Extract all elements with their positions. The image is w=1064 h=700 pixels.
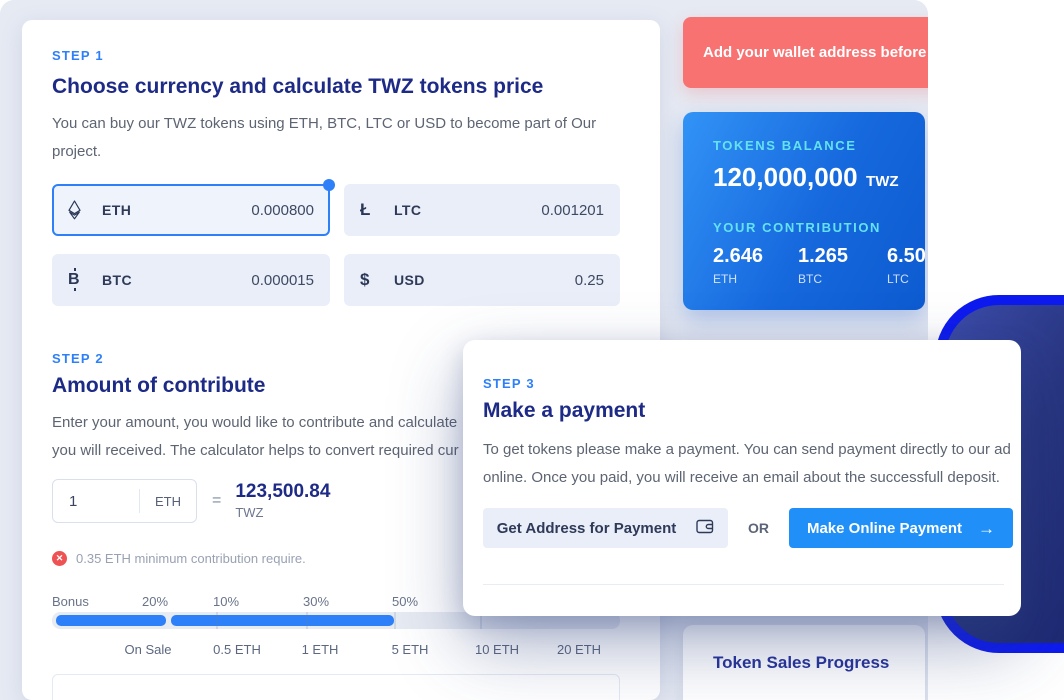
ethereum-icon: [68, 200, 92, 220]
step1-title: Choose currency and calculate TWZ tokens…: [52, 74, 642, 99]
currency-rate: 0.001201: [541, 202, 604, 219]
dollar-icon: $: [360, 270, 384, 290]
tokens-balance-value-row: 120,000,000 TWZ: [713, 162, 925, 193]
selected-indicator-dot: [323, 179, 335, 191]
result-value: 123,500.84: [235, 482, 330, 502]
currency-rate: 0.25: [575, 272, 604, 289]
currency-code: USD: [394, 272, 425, 288]
step3-title: Make a payment: [483, 398, 1021, 423]
contribution-item: 6.500 LTC: [887, 245, 925, 286]
bonus-percent: 30%: [303, 594, 329, 609]
currency-rate: 0.000800: [251, 202, 314, 219]
payment-modal: STEP 3 Make a payment To get tokens plea…: [463, 340, 1021, 616]
error-text: 0.35 ETH minimum contribution require.: [76, 551, 306, 566]
contribution-currency: ETH: [713, 272, 798, 286]
step1-description-line: You can buy our TWZ tokens using ETH, BT…: [52, 110, 642, 138]
tokens-balance-unit: TWZ: [866, 173, 898, 190]
currency-code: ETH: [102, 202, 131, 218]
currency-card-btc[interactable]: B BTC 0.000015: [52, 254, 330, 306]
contribution-label: YOUR CONTRIBUTION: [713, 220, 925, 235]
contribution-row: 2.646 ETH 1.265 BTC 6.500 LTC: [713, 245, 925, 286]
step1-label: STEP 1: [52, 48, 642, 64]
currency-rate: 0.000015: [251, 272, 314, 289]
step3-description: To get tokens please make a payment. You…: [483, 436, 1021, 492]
bonus-tick-label: 20 ETH: [557, 642, 601, 657]
screenshot-stage: STEP 1 Choose currency and calculate TWZ…: [0, 0, 1064, 700]
arrow-right-icon: →: [978, 520, 995, 537]
bonus-tick-label: 0.5 ETH: [213, 642, 261, 657]
conversion-result: 123,500.84 TWZ: [235, 482, 330, 520]
contribution-value: 2.646: [713, 245, 798, 268]
bonus-percent: 20%: [142, 594, 168, 609]
get-address-button[interactable]: Get Address for Payment: [483, 508, 728, 548]
error-icon: ✕: [52, 551, 67, 566]
payment-actions-row: Get Address for Payment OR Make Online P…: [483, 508, 1021, 548]
step3-label: STEP 3: [483, 376, 1021, 392]
token-sales-progress-card: Token Sales Progress: [683, 625, 925, 700]
tokens-balance-value: 120,000,000: [713, 162, 858, 192]
bonus-progress-fill: [56, 615, 166, 626]
modal-divider: [483, 584, 1004, 585]
bitcoin-icon: B: [68, 271, 92, 289]
currency-code: LTC: [394, 202, 421, 218]
bonus-tick-line: [306, 612, 308, 629]
step3-description-line: To get tokens please make a payment. You…: [483, 436, 1021, 464]
contribution-currency: LTC: [887, 272, 925, 286]
bonus-tick-label: 10 ETH: [475, 642, 519, 657]
tokens-balance-label: TOKENS BALANCE: [713, 138, 925, 153]
result-unit: TWZ: [235, 505, 330, 520]
currency-card-ltc[interactable]: Ł LTC 0.001201: [344, 184, 620, 236]
step1-description: You can buy our TWZ tokens using ETH, BT…: [52, 110, 642, 166]
contribution-item: 1.265 BTC: [798, 245, 887, 286]
amount-unit-label: ETH: [140, 494, 196, 509]
step1-description-line: project.: [52, 138, 642, 166]
bonus-tick-label: On Sale: [125, 642, 172, 657]
amount-input-box: ETH: [52, 479, 197, 523]
bonus-tick-label: 5 ETH: [392, 642, 429, 657]
contribution-currency: BTC: [798, 272, 887, 286]
amount-input[interactable]: [53, 493, 139, 510]
currency-card-eth[interactable]: ETH 0.000800: [52, 184, 330, 236]
token-sales-progress-title: Token Sales Progress: [713, 653, 925, 673]
wallet-icon: [696, 519, 714, 538]
or-separator: OR: [748, 520, 769, 536]
contribution-item: 2.646 ETH: [713, 245, 798, 286]
contribution-value: 1.265: [798, 245, 887, 268]
step3-description-line: online. Once you paid, you will receive …: [483, 464, 1021, 492]
equals-sign: =: [212, 492, 221, 510]
bonus-percent: 10%: [213, 594, 239, 609]
bonus-percent: 50%: [392, 594, 418, 609]
make-online-payment-label: Make Online Payment: [807, 520, 962, 537]
currency-grid: ETH 0.000800 Ł LTC 0.001201 B BTC 0.0000…: [52, 184, 642, 306]
bonus-tick-line: [216, 612, 218, 629]
litecoin-icon: Ł: [360, 200, 384, 220]
bonus-summary-box: + 20% SALE BONUS + 30% AMOUNT BONUS TOTA…: [52, 674, 620, 700]
bonus-label: Bonus: [52, 594, 89, 609]
wallet-alert-banner: Add your wallet address before bu: [683, 17, 928, 88]
bonus-tick-label: 1 ETH: [302, 642, 339, 657]
get-address-button-label: Get Address for Payment: [497, 520, 677, 537]
bonus-progress-fill: [171, 615, 394, 626]
make-online-payment-button[interactable]: Make Online Payment →: [789, 508, 1013, 548]
contribution-value: 6.500: [887, 245, 925, 268]
currency-code: BTC: [102, 272, 132, 288]
tokens-balance-card: TOKENS BALANCE 120,000,000 TWZ YOUR CONT…: [683, 112, 925, 310]
currency-card-usd[interactable]: $ USD 0.25: [344, 254, 620, 306]
bonus-tick-line: [394, 612, 396, 629]
